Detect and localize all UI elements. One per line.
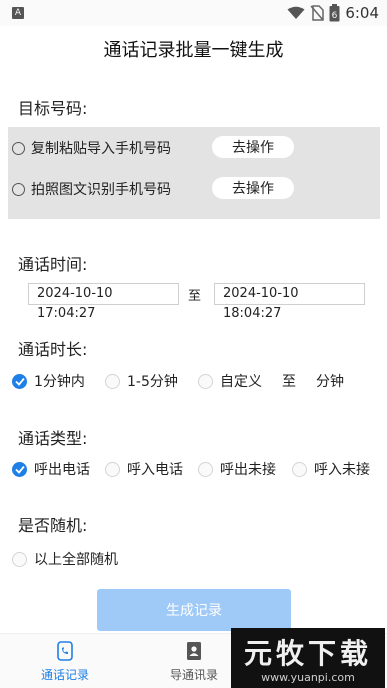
call-log-icon xyxy=(55,641,75,661)
generate-records-button[interactable]: 生成记录 xyxy=(97,589,291,631)
call-type-label: 呼出电话 xyxy=(34,462,90,478)
import-option-label: 拍照图文识别手机号码 xyxy=(31,182,171,198)
duration-option-1min[interactable]: 1分钟内 xyxy=(12,371,85,391)
call-type-title: 通话类型: xyxy=(18,429,88,448)
import-option-label: 复制粘贴导入手机号码 xyxy=(31,141,171,157)
duration-option-label: 1分钟内 xyxy=(34,374,85,390)
nav-label-call-log: 通话记录 xyxy=(40,668,89,682)
import-panel: 复制粘贴导入手机号码 去操作 拍照图文识别手机号码 去操作 xyxy=(8,127,380,219)
paste-go-button[interactable]: 去操作 xyxy=(212,136,294,158)
call-type-outgoing[interactable]: 呼出电话 xyxy=(12,459,90,479)
radio-photo[interactable] xyxy=(12,182,25,196)
call-type-incoming-missed[interactable]: 呼入未接 xyxy=(292,459,370,479)
no-sim-icon xyxy=(310,5,325,21)
call-type-label: 呼出未接 xyxy=(220,462,276,478)
import-option-paste[interactable]: 复制粘贴导入手机号码 去操作 xyxy=(12,136,376,160)
target-section-title: 目标号码: xyxy=(18,99,88,118)
call-type-outgoing-missed[interactable]: 呼出未接 xyxy=(198,459,276,479)
page-title: 通话记录批量一键生成 xyxy=(103,40,284,61)
radio-unchecked[interactable] xyxy=(198,373,213,389)
radio-unchecked[interactable] xyxy=(105,461,120,477)
photo-go-button[interactable]: 去操作 xyxy=(212,177,294,199)
check-icon[interactable] xyxy=(12,373,27,389)
radio-unchecked[interactable] xyxy=(105,373,120,389)
call-type-incoming[interactable]: 呼入电话 xyxy=(105,459,183,479)
duration-option-custom[interactable]: 自定义 至 分钟 xyxy=(198,371,344,391)
duration-option-label: 自定义 xyxy=(220,374,262,390)
import-option-photo[interactable]: 拍照图文识别手机号码 去操作 xyxy=(12,177,376,201)
call-time-title: 通话时间: xyxy=(18,255,88,274)
watermark-url: www.yuanpi.com xyxy=(261,671,355,684)
wifi-icon xyxy=(287,6,305,20)
duration-title: 通话时长: xyxy=(18,340,88,359)
call-type-label: 呼入未接 xyxy=(314,462,370,478)
duration-option-1-5min[interactable]: 1-5分钟 xyxy=(105,371,178,391)
status-bar: A 6 6:04 xyxy=(0,0,387,26)
status-time: 6:04 xyxy=(345,4,379,22)
radio-unchecked[interactable] xyxy=(12,551,27,567)
status-icons: 6 6:04 xyxy=(287,3,379,23)
battery-icon: 6 xyxy=(329,4,340,22)
notification-badge: A xyxy=(12,7,24,19)
time-separator: 至 xyxy=(188,289,202,304)
radio-paste[interactable] xyxy=(12,141,25,155)
end-time-field[interactable]: 2024-10-10 18:04:27 xyxy=(214,283,365,321)
call-type-label: 呼入电话 xyxy=(127,462,183,478)
custom-separator: 至 xyxy=(282,374,296,390)
random-title: 是否随机: xyxy=(18,516,88,535)
radio-unchecked[interactable] xyxy=(292,461,307,477)
check-icon[interactable] xyxy=(12,461,27,477)
contacts-icon xyxy=(184,641,204,661)
duration-option-label: 1-5分钟 xyxy=(127,374,178,390)
custom-unit: 分钟 xyxy=(316,374,344,390)
random-all-option[interactable]: 以上全部随机 xyxy=(12,549,118,569)
watermark-logo: 元牧下载 www.yuanpi.com xyxy=(231,628,385,688)
random-option-label: 以上全部随机 xyxy=(34,552,118,568)
radio-unchecked[interactable] xyxy=(198,461,213,477)
start-time-field[interactable]: 2024-10-10 17:04:27 xyxy=(28,283,179,321)
nav-item-call-log[interactable]: 通话记录 xyxy=(5,634,125,688)
svg-text:6: 6 xyxy=(332,11,338,21)
watermark-brand: 元牧下载 xyxy=(243,637,372,670)
